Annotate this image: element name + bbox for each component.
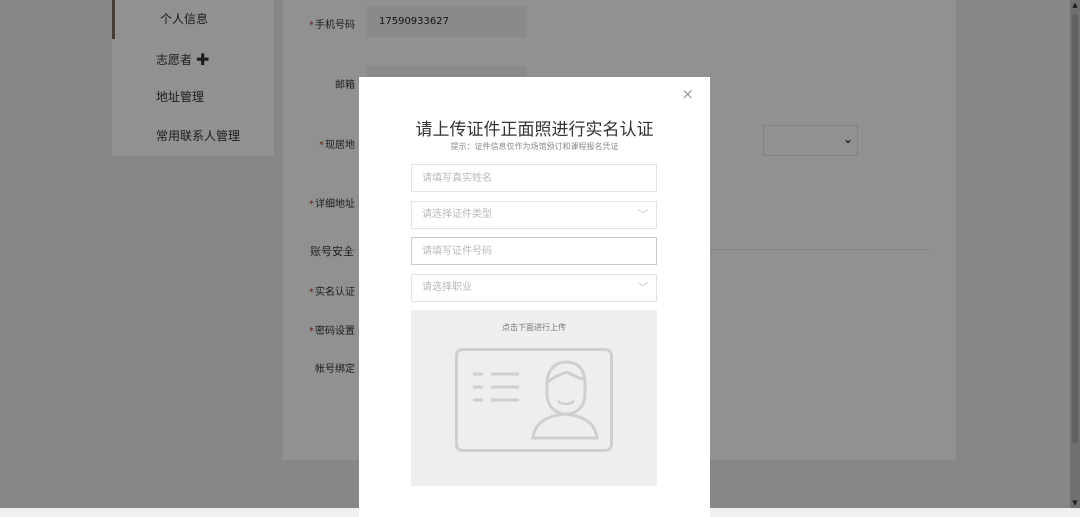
verification-modal: × 请上传证件正面照进行实名认证 提示：证件信息仅作为场馆预订和课程报名凭证 请… — [359, 77, 710, 517]
id-type-placeholder: 请选择证件类型 — [422, 209, 492, 220]
real-name-field[interactable] — [411, 164, 657, 192]
upload-area[interactable]: 点击下面进行上传 — [411, 310, 657, 486]
modal-title: 请上传证件正面照进行实名认证 — [415, 120, 654, 140]
occupation-select[interactable]: 请选择职业 ﹀ — [411, 274, 657, 302]
chevron-down-icon: ﹀ — [638, 210, 648, 221]
real-name-input[interactable] — [412, 165, 656, 191]
upload-hint: 点击下面进行上传 — [502, 323, 566, 332]
id-number-field[interactable] — [411, 237, 657, 265]
modal-hint: 提示：证件信息仅作为场馆预订和课程报名凭证 — [450, 142, 619, 151]
chevron-down-icon: ﹀ — [638, 283, 648, 294]
close-icon[interactable]: × — [681, 87, 694, 102]
id-type-select[interactable]: 请选择证件类型 ﹀ — [411, 201, 657, 229]
id-number-input[interactable] — [412, 238, 656, 264]
occupation-placeholder: 请选择职业 — [422, 282, 472, 293]
id-card-icon — [455, 348, 613, 452]
